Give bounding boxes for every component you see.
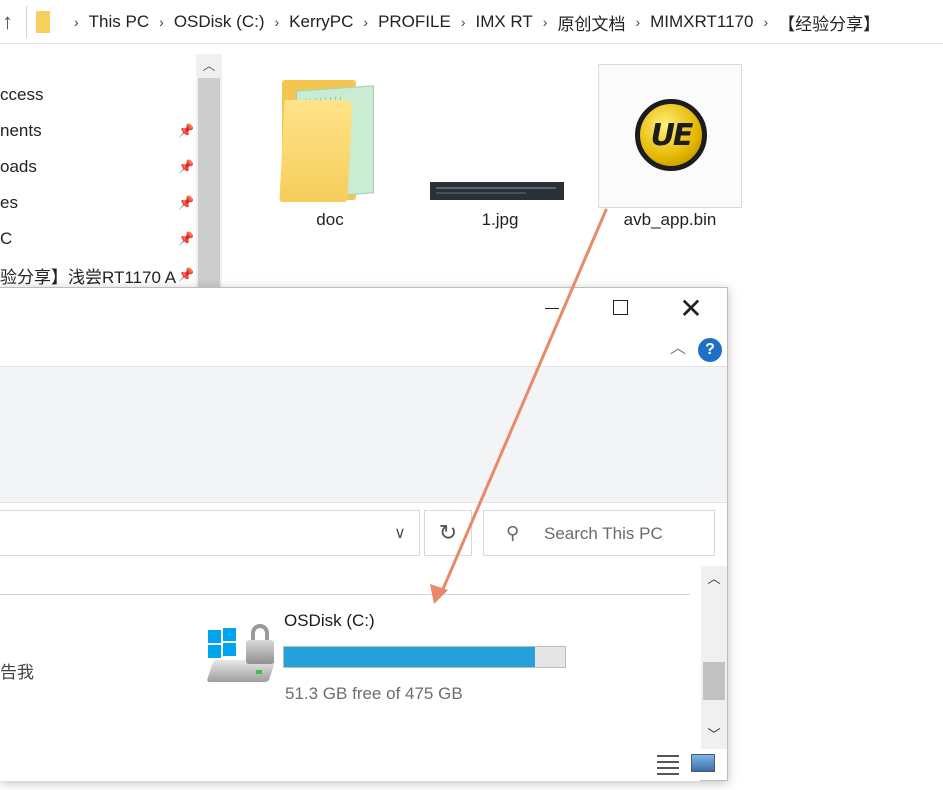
breadcrumb-item[interactable]: OSDisk (C:) [174,12,265,32]
file-label: 1.jpg [481,210,519,229]
chevron-right-icon[interactable]: › [74,14,79,30]
file-label: avb_app.bin [623,210,717,229]
content-area: 告我 OSDisk (C:) 51.3 GB free of 475 GB [0,566,700,781]
chevron-up-icon[interactable]: ︿ [701,568,727,590]
chevron-right-icon[interactable]: › [159,14,164,30]
nav-item-downloads[interactable]: oads 📌 [0,150,196,184]
content-scrollbar[interactable]: ︿ ﹀ [701,566,727,749]
image-thumbnail [430,182,564,200]
large-icons-view-icon[interactable] [691,754,715,772]
chevron-right-icon[interactable]: › [543,14,548,30]
background-address-bar[interactable]: ↑ › This PC › OSDisk (C:) › KerryPC › PROFILE › I… [0,0,943,44]
address-bar[interactable]: ∨ [0,510,420,556]
nav-item-this-pc[interactable]: C 📌 [0,222,196,256]
chevron-right-icon[interactable]: › [363,14,368,30]
chevron-up-icon[interactable]: ︿ [200,56,218,76]
breadcrumb-item[interactable]: 【经验分享】 [778,10,880,35]
chevron-right-icon[interactable]: › [461,14,466,30]
folder-icon [36,11,50,33]
breadcrumb: › This PC › OSDisk (C:) › KerryPC › PROFILE › IMX… [64,0,880,44]
pin-icon: 📌 [178,123,195,138]
this-pc-window: ✕ ︿ ? ∨ ↻ ⚲ Search This PC 告我 OSDisk (C:… [0,287,728,781]
minimize-icon[interactable] [545,308,559,309]
ribbon-area [0,366,727,503]
search-icon: ⚲ [506,523,520,543]
breadcrumb-item[interactable]: IMX RT [475,12,532,32]
chevron-right-icon[interactable]: › [763,14,768,30]
ribbon-tab-bar: ︿ [0,332,727,366]
help-button[interactable]: ? [698,338,722,362]
pin-icon: 📌 [178,159,195,174]
drive-usage-bar [283,646,566,668]
pin-icon: 📌 [178,195,195,210]
nav-item-label: 告我 [0,663,34,682]
search-placeholder: Search This PC [544,524,663,543]
breadcrumb-item[interactable]: KerryPC [289,12,353,32]
breadcrumb-item[interactable]: This PC [89,12,149,32]
selected-file-tile[interactable]: UE [598,64,742,208]
ultraedit-icon: UE [635,99,707,171]
title-bar[interactable]: ✕ [0,288,727,332]
search-input[interactable]: ⚲ Search This PC [483,510,715,556]
chevron-up-icon[interactable]: ︿ [667,338,689,360]
nav-item-pictures[interactable]: es 📌 [0,186,196,220]
drive-usage-fill [284,647,535,667]
scrollbar-thumb[interactable] [703,662,725,700]
drive-name: OSDisk (C:) [284,611,375,630]
pin-icon: 📌 [178,267,195,282]
nav-item-label: nents [0,121,42,140]
refresh-icon: ↻ [438,520,458,545]
hard-drive-lock-icon [206,622,280,686]
refresh-button[interactable]: ↻ [424,510,472,556]
breadcrumb-item[interactable]: 原创文档 [557,10,625,35]
close-icon[interactable]: ✕ [676,294,706,324]
up-arrow-icon[interactable]: ↑ [2,9,22,35]
maximize-icon[interactable] [613,300,628,315]
navigation-pane: ccess nents 📌 oads 📌 es 📌 C 📌 验分享】浅尝RT1170 A… [0,44,196,290]
nav-item-quick-access[interactable]: ccess [0,78,196,112]
navigation-scrollbar-thumb[interactable] [198,78,220,290]
breadcrumb-item[interactable]: PROFILE [378,12,451,32]
chevron-down-icon[interactable]: ∨ [388,523,412,545]
drive-free-space: 51.3 GB free of 475 GB [285,684,463,703]
nav-item-documents[interactable]: nents 📌 [0,114,196,148]
nav-item-label: C [0,229,13,248]
section-divider [0,594,690,595]
nav-item-label: es [0,193,18,212]
breadcrumb-item[interactable]: MIMXRT1170 [650,12,753,32]
folder-icon [279,100,353,202]
nav-item-label: 验分享】浅尝RT1170 A [0,267,177,287]
pin-icon: 📌 [178,231,195,246]
chevron-down-icon[interactable]: ﹀ [701,724,727,746]
chevron-right-icon[interactable]: › [635,14,640,30]
details-view-icon[interactable] [657,753,681,775]
file-label: doc [316,210,344,229]
nav-item-label: oads [0,157,37,176]
address-divider [26,6,27,38]
nav-item-label: ccess [0,85,44,104]
chevron-right-icon[interactable]: › [274,14,279,30]
